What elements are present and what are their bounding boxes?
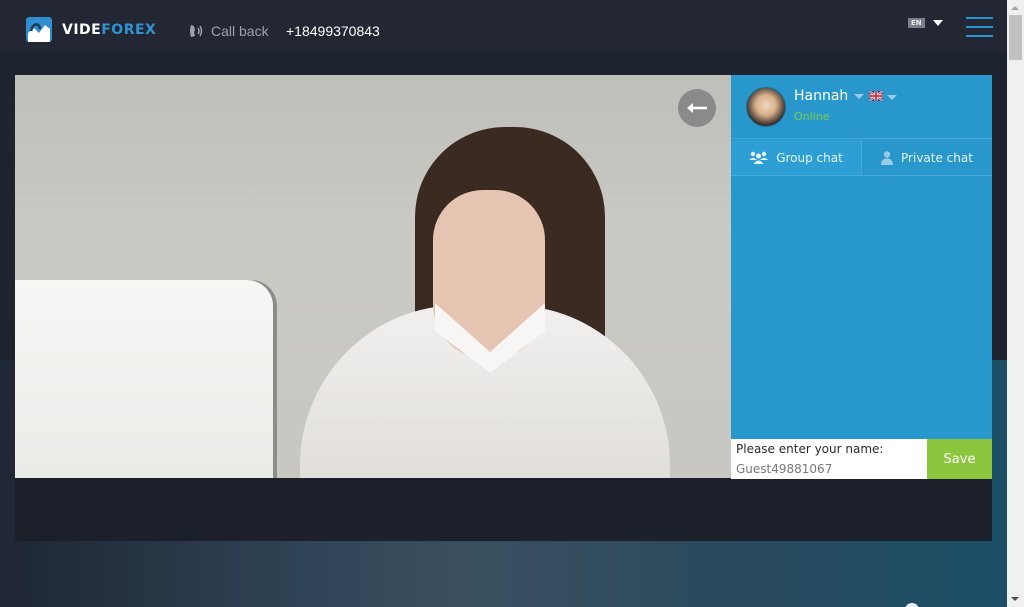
arrow-left-icon bbox=[687, 103, 707, 113]
logo-text-part2: FOREX bbox=[101, 21, 157, 38]
language-selector[interactable]: EN bbox=[908, 18, 943, 28]
vertical-scrollbar[interactable] bbox=[1007, 0, 1024, 607]
host-name-dropdown[interactable]: Hannah bbox=[794, 88, 865, 104]
tab-group-chat-label: Group chat bbox=[776, 150, 843, 165]
guest-name-input[interactable] bbox=[736, 461, 922, 478]
uk-flag-icon[interactable] bbox=[869, 91, 883, 101]
host-status: Online bbox=[794, 110, 830, 123]
tab-private-chat-label: Private chat bbox=[901, 150, 973, 165]
video-monitor-shape bbox=[15, 280, 277, 478]
chevron-down-icon bbox=[932, 20, 943, 26]
scroll-down-icon[interactable] bbox=[1011, 597, 1019, 601]
language-code: EN bbox=[908, 18, 925, 28]
scroll-up-icon[interactable] bbox=[1011, 6, 1019, 10]
group-icon bbox=[749, 151, 769, 164]
phone-icon bbox=[190, 25, 203, 37]
back-button[interactable] bbox=[678, 89, 716, 127]
logo-text: VIDEFOREX bbox=[62, 22, 156, 38]
save-button[interactable]: Save bbox=[927, 439, 992, 479]
guest-name-label: Please enter your name: bbox=[736, 442, 884, 456]
chevron-down-icon bbox=[854, 93, 865, 99]
phone-number[interactable]: +18499370843 bbox=[286, 23, 380, 39]
guest-name-box: Please enter your name: bbox=[731, 439, 927, 479]
hamburger-menu-icon[interactable] bbox=[966, 17, 993, 37]
chevron-down-icon[interactable] bbox=[887, 95, 897, 100]
tab-private-chat[interactable]: Private chat bbox=[861, 140, 992, 175]
top-header: VIDEFOREX Call back +18499370843 EN bbox=[0, 0, 1007, 52]
chat-sidebar: Hannah Online Group chat Private chat Pl… bbox=[731, 75, 992, 479]
host-avatar bbox=[746, 87, 786, 127]
guest-name-form: Please enter your name: Save bbox=[731, 439, 992, 479]
call-back-label: Call back bbox=[211, 23, 269, 39]
logo-text-part1: VIDE bbox=[62, 21, 102, 38]
call-back-link[interactable]: Call back bbox=[189, 23, 269, 39]
scrollbar-thumb[interactable] bbox=[1009, 15, 1022, 60]
user-icon bbox=[881, 150, 894, 165]
video-chat-panel: Hannah Online Group chat Private chat Pl… bbox=[15, 75, 992, 541]
logo[interactable]: VIDEFOREX bbox=[26, 17, 156, 42]
floating-widget-button[interactable] bbox=[905, 603, 919, 607]
videforex-logo-icon bbox=[26, 17, 52, 42]
chat-tabs: Group chat Private chat bbox=[731, 140, 992, 176]
video-stream[interactable] bbox=[15, 75, 731, 478]
chat-host-header: Hannah Online bbox=[731, 75, 992, 139]
page: VIDEFOREX Call back +18499370843 EN Hann… bbox=[0, 0, 1007, 607]
tab-group-chat[interactable]: Group chat bbox=[731, 140, 861, 175]
host-name: Hannah bbox=[794, 88, 849, 104]
